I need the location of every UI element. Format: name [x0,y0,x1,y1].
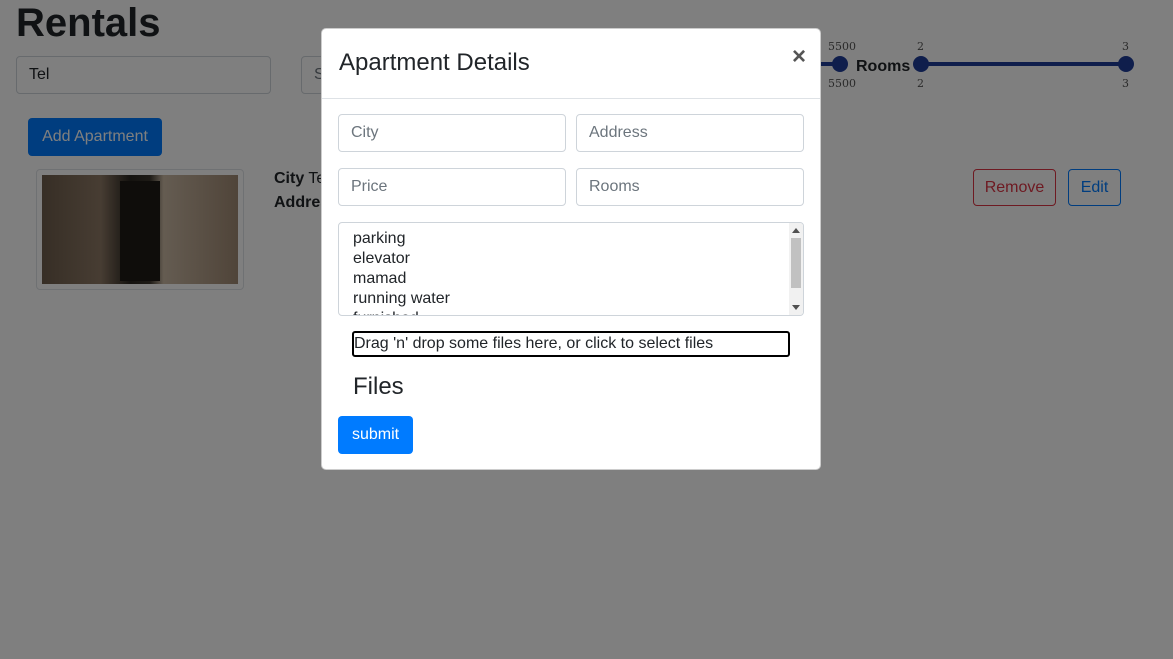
feature-option-mamad[interactable]: mamad [353,269,450,289]
scroll-up-arrow-icon[interactable] [792,228,800,233]
file-dropzone[interactable]: Drag 'n' drop some files here, or click … [352,331,790,357]
feature-option-furnished[interactable]: furnished [353,309,450,315]
feature-option-running-water[interactable]: running water [353,289,450,309]
address-field[interactable]: Address [576,114,804,152]
feature-option-parking[interactable]: parking [353,229,450,249]
scroll-thumb[interactable] [791,238,801,288]
modal-title: Apartment Details [339,49,530,76]
features-multiselect[interactable]: parking elevator mamad running water fur… [338,222,804,316]
features-scrollbar[interactable] [789,223,803,315]
apartment-details-modal: Apartment Details × City Address Price R… [321,28,821,470]
scroll-down-arrow-icon[interactable] [792,305,800,310]
files-heading: Files [353,373,404,400]
features-list: parking elevator mamad running water fur… [353,229,450,315]
close-icon[interactable]: × [792,45,806,69]
submit-button[interactable]: submit [338,416,413,454]
rooms-field[interactable]: Rooms [576,168,804,206]
modal-header: Apartment Details × [322,29,820,99]
price-field[interactable]: Price [338,168,566,206]
city-field[interactable]: City [338,114,566,152]
feature-option-elevator[interactable]: elevator [353,249,450,269]
